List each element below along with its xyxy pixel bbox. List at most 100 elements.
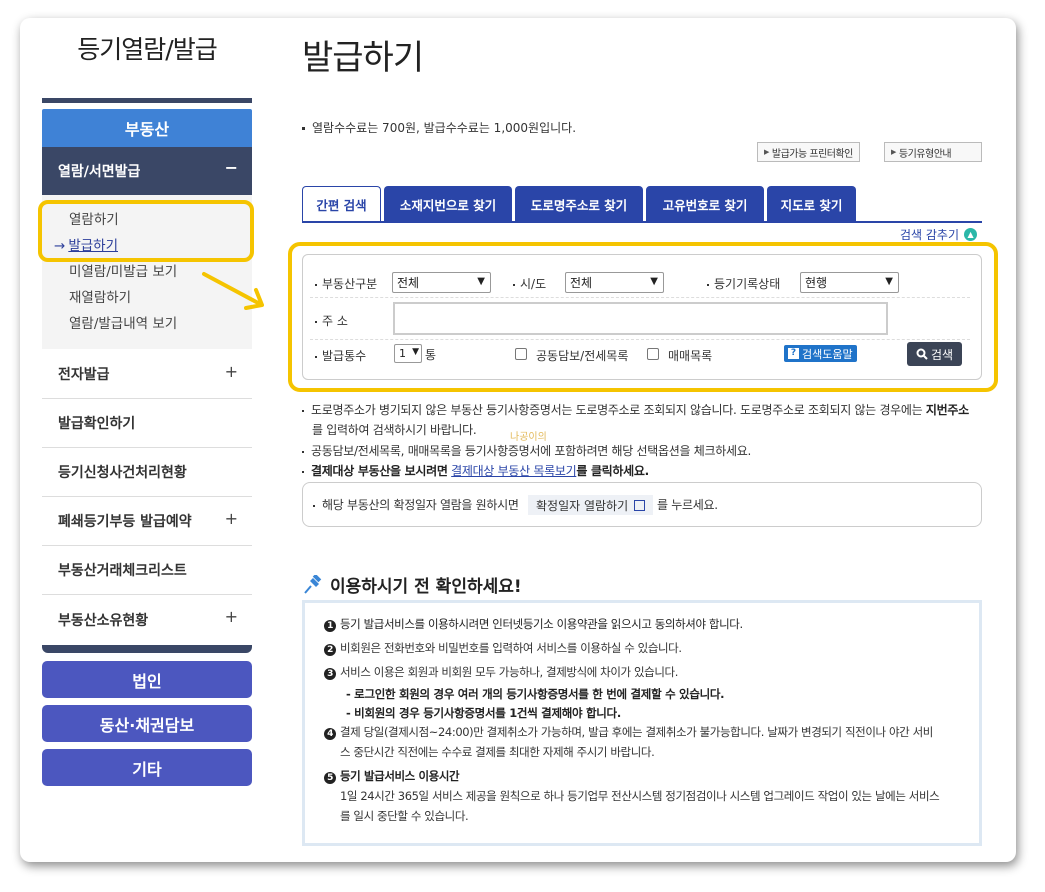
page-title: 발급하기 — [302, 38, 424, 78]
check-item-2-text: 비회원은 전화번호와 비밀번호를 입력하여 서비스를 이용하실 수 있습니다. — [340, 641, 682, 655]
sale-list-label: 매매목록 — [668, 349, 713, 363]
joint-collateral-checkbox[interactable] — [515, 348, 527, 360]
bullet-icon — [315, 283, 317, 286]
confirm-date-button[interactable]: 확정일자 열람하기 — [528, 495, 654, 515]
search-button-label: 검색 — [930, 347, 954, 362]
region-label-text: 시/도 — [520, 277, 547, 291]
expand-icon[interactable]: + — [225, 509, 238, 528]
number-2-icon: 2 — [324, 644, 336, 656]
check-item-2: 2 비회원은 전화번호와 비밀번호를 입력하여 서비스를 이용하실 수 있습니다. — [324, 638, 682, 658]
check-item-3: 3 서비스 이용은 회원과 비회원 모두 가능하나, 결제방식에 차이가 있습니다… — [324, 662, 678, 682]
registry-type-button[interactable]: ▶ 등기유형안내 — [884, 142, 982, 162]
highlight-box-sidebar — [38, 200, 254, 262]
chevron-down-icon: ▼ — [477, 276, 485, 287]
bullet-icon — [302, 470, 304, 473]
sidebar-menu-closed-reservation[interactable]: 폐쇄등기부등 발급예약 + — [42, 497, 252, 546]
hide-search-toggle[interactable]: 검색 감추기 ▲ — [900, 226, 978, 243]
status-select[interactable]: 현행 ▼ — [800, 272, 899, 293]
bullet-icon — [315, 355, 317, 358]
bullet-icon — [513, 283, 515, 286]
chevron-up-icon: ▲ — [964, 228, 978, 241]
sidebar-menu-label: 등기신청사건처리현황 — [58, 465, 187, 481]
sidebar-menu-case-status[interactable]: 등기신청사건처리현황 — [42, 448, 252, 497]
sidebar-menu-e-issue[interactable]: 전자발급 + — [42, 350, 252, 399]
confirm-date-label: 확정일자 열람하기 — [536, 498, 629, 513]
status-value: 현행 — [805, 276, 828, 290]
tab-road-address[interactable]: 도로명주소로 찾기 — [515, 186, 643, 222]
property-type-label-text: 부동산구분 — [322, 277, 378, 291]
confirm-note-post: 를 누르세요. — [657, 498, 718, 512]
registry-type-label: 등기유형안내 — [898, 148, 952, 160]
search-tabs: 간편 검색 소재지번으로 찾기 도로명주소로 찾기 고유번호로 찾기 지도로 찾… — [302, 186, 859, 222]
check-item-4-line2: 스 중단시간 직전에는 수수료 결제를 최대한 자제해 주시기 바랍니다. — [340, 745, 655, 759]
copies-value: 1 — [399, 347, 406, 360]
bullet-icon — [315, 320, 317, 323]
sidebar-top-bar — [42, 98, 252, 103]
region-label: 시/도 — [513, 275, 546, 292]
check-item-3-text: 서비스 이용은 회원과 비회원 모두 가능하나, 결제방식에 차이가 있습니다. — [340, 665, 678, 679]
sidebar-sub-header[interactable]: 열람/서면발급 − — [42, 147, 252, 195]
note-payment-end: 를 클릭하세요. — [576, 464, 649, 478]
number-4-icon: 4 — [324, 728, 336, 740]
sidebar-button-corporation[interactable]: 법인 — [42, 661, 252, 698]
copies-unit: 통 — [425, 348, 437, 362]
check-item-5-text: 등기 발급서비스 이용시간 — [340, 769, 460, 783]
bullet-icon — [302, 450, 304, 453]
copies-select[interactable]: 1 ▼ — [394, 344, 422, 363]
note-options-text: 공동담보/전세목록, 매매목록을 등기사항증명서에 포함하려면 해당 선택옵션을… — [311, 444, 751, 458]
sidebar-menu-ownership[interactable]: 부동산소유현황 + — [42, 595, 252, 644]
play-icon: ▶ — [891, 148, 896, 156]
region-select[interactable]: 전체 ▼ — [565, 272, 664, 293]
sidebar-sub-header-label: 열람/서면발급 — [58, 164, 141, 180]
number-3-icon: 3 — [324, 668, 336, 680]
check-item-1: 1 등기 발급서비스를 이용하시려면 인터넷등기소 이용약관을 읽으시고 동의하셔… — [324, 614, 743, 634]
sidebar-menu-checklist[interactable]: 부동산거래체크리스트 — [42, 546, 252, 595]
copies-label: 발급통수 — [315, 347, 366, 364]
sidebar-title: 등기열람/발급 — [77, 35, 217, 64]
pin-icon — [304, 574, 322, 594]
play-icon: ▶ — [764, 148, 769, 156]
note-road-address: 도로명주소가 병기되지 않은 부동산 등기사항증명서는 도로명주소로 조회되지 … — [302, 400, 969, 420]
property-type-select[interactable]: 전체 ▼ — [392, 272, 491, 293]
expand-icon[interactable]: + — [225, 607, 238, 626]
chevron-down-icon: ▼ — [412, 347, 419, 357]
fee-notice: 열람수수료는 700원, 발급수수료는 1,000원입니다. — [302, 119, 576, 136]
address-label-text: 주 소 — [322, 314, 348, 328]
check-item-3b: - 비회원의 경우 등기사항증명서를 1건씩 결제해야 합니다. — [346, 706, 621, 720]
tab-lot-number[interactable]: 소재지번으로 찾기 — [384, 186, 512, 222]
tabs-underline — [302, 221, 982, 223]
search-help-label: 검색도움말 — [802, 347, 853, 361]
sidebar-menu-label: 부동산거래체크리스트 — [58, 563, 187, 579]
payment-list-link[interactable]: 결제대상 부동산 목록보기 — [451, 464, 576, 478]
collapse-icon[interactable]: − — [225, 158, 238, 177]
sidebar-menu-verify[interactable]: 발급확인하기 — [42, 399, 252, 448]
check-item-3a: - 로그인한 회원의 경우 여러 개의 등기사항증명서를 한 번에 결제할 수 … — [346, 687, 725, 701]
check-item-4: 4 결제 당일(결제시점~24:00)만 결제취소가 가능하며, 발급 후에는 결… — [324, 722, 933, 742]
tab-unique-number[interactable]: 고유번호로 찾기 — [646, 186, 764, 222]
sidebar-button-collateral[interactable]: 동산·채권담보 — [42, 705, 252, 742]
chevron-down-icon: ▼ — [885, 276, 893, 287]
sidebar-menu-label: 부동산소유현황 — [58, 612, 149, 629]
joint-collateral-label: 공동담보/전세목록 — [536, 349, 629, 363]
check-item-4-text: 결제 당일(결제시점~24:00)만 결제취소가 가능하며, 발급 후에는 결제… — [340, 725, 933, 739]
bullet-icon — [707, 283, 709, 286]
sale-list-checkbox[interactable] — [647, 348, 659, 360]
check-section-title-text: 이용하시기 전 확인하세요! — [330, 577, 522, 597]
search-icon — [916, 348, 928, 360]
row-divider — [310, 339, 970, 340]
sidebar-button-other[interactable]: 기타 — [42, 749, 252, 786]
expand-icon[interactable]: + — [225, 362, 238, 381]
note-road-address-text: 도로명주소가 병기되지 않은 부동산 등기사항증명서는 도로명주소로 조회되지 … — [311, 403, 923, 417]
search-button[interactable]: 검색 — [907, 342, 962, 366]
address-input[interactable] — [393, 302, 888, 335]
sidebar-menu-label: 발급확인하기 — [58, 416, 136, 432]
sidebar-menu: 전자발급 + 발급확인하기 등기신청사건처리현황 폐쇄등기부등 발급예약 + 부동산… — [42, 350, 252, 644]
tab-map[interactable]: 지도로 찾기 — [767, 186, 856, 222]
sidebar-menu-label: 폐쇄등기부등 발급예약 — [58, 514, 192, 530]
tab-simple-search[interactable]: 간편 검색 — [302, 186, 381, 222]
note-payment-bold: 결제대상 부동산을 보시려면 — [311, 464, 448, 478]
search-help-button[interactable]: ? 검색도움말 — [784, 345, 857, 362]
printer-check-button[interactable]: ▶ 발급가능 프린터확인 — [757, 142, 860, 162]
note-road-address-line2: 를 입력하여 검색하시기 바랍니다. — [312, 423, 477, 437]
sidebar-category-real-estate[interactable]: 부동산 — [42, 109, 252, 147]
